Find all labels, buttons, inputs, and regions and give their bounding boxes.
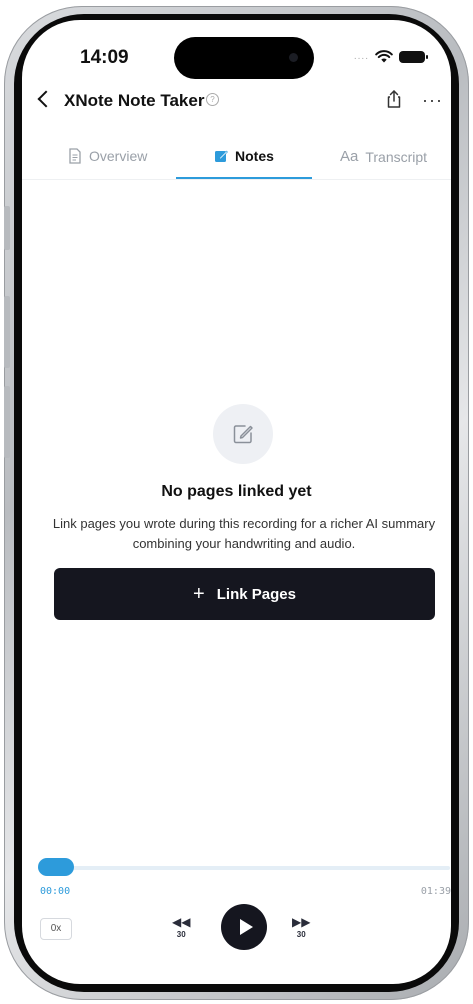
edit-icon [215, 150, 228, 162]
text-size-icon: Aa [340, 148, 359, 165]
more-options-icon[interactable]: ··· [422, 90, 443, 111]
side-button-volume-down [4, 386, 10, 458]
document-icon [69, 148, 81, 164]
tab-divider [22, 179, 451, 180]
empty-state-title: No pages linked yet [161, 483, 312, 500]
total-time: 01:39 [420, 886, 451, 897]
skip-forward-button[interactable]: ▶▶ 30 [292, 916, 310, 939]
current-time: 00:00 [40, 886, 71, 897]
skip-forward-label: 30 [296, 930, 306, 939]
side-button-volume-up [4, 296, 10, 368]
back-chevron-icon[interactable] [37, 90, 55, 108]
tab-overview[interactable]: Overview [68, 148, 147, 164]
skip-back-button[interactable]: ◀◀ 30 [172, 916, 190, 939]
play-button[interactable] [221, 904, 267, 950]
dynamic-island [174, 37, 314, 79]
status-indicators: .... [353, 50, 428, 63]
page-title: XNote Note Taker [64, 91, 205, 110]
edit-icon [233, 425, 253, 444]
nav-header: XNote Note Taker ? ··· [22, 88, 451, 118]
tab-transcript-label: Transcript [365, 148, 428, 165]
play-icon [239, 919, 253, 935]
rewind-icon: ◀◀ [172, 915, 191, 929]
link-pages-button[interactable]: + Link Pages [54, 568, 435, 620]
fast-forward-icon: ▶▶ [292, 915, 311, 929]
wifi-icon [375, 50, 393, 63]
app-screen: 14:09 .... XNote Note Taker ? ··· Overvi… [22, 20, 451, 984]
playback-speed-button[interactable]: 0x [40, 918, 72, 940]
tab-bar: Overview Notes Aa Transcript [22, 140, 451, 180]
tab-overview-label: Overview [89, 148, 148, 164]
side-button-action [4, 206, 10, 250]
status-time: 14:09 [80, 47, 129, 68]
share-icon[interactable] [383, 88, 405, 110]
signal-icon: .... [353, 51, 369, 62]
tab-transcript[interactable]: Aa Transcript [340, 148, 427, 165]
tab-notes[interactable]: Notes [214, 148, 274, 164]
empty-state-description: Link pages you wrote during this recordi… [52, 516, 436, 551]
skip-back-label: 30 [176, 930, 186, 939]
link-pages-label: Link Pages [216, 585, 296, 603]
camera-icon [289, 53, 298, 62]
empty-state-icon-badge [213, 404, 273, 464]
playback-scrubber-handle[interactable] [38, 858, 74, 876]
help-icon[interactable]: ? [206, 93, 219, 106]
battery-icon [399, 50, 428, 63]
tab-notes-label: Notes [235, 148, 274, 164]
playback-progress-track[interactable] [38, 866, 450, 870]
plus-icon: + [193, 583, 205, 605]
